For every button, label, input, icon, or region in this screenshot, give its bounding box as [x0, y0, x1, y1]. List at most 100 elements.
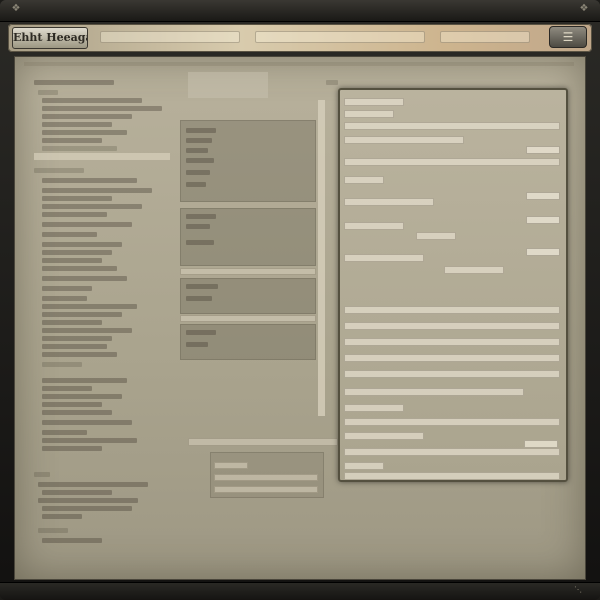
middle-item[interactable] [186, 330, 216, 335]
list-item[interactable] [42, 538, 102, 543]
resize-grip-icon[interactable]: ⋱ [570, 585, 586, 596]
menu-button[interactable]: ☰ [549, 26, 587, 48]
panel-field[interactable] [344, 158, 560, 166]
list-item[interactable] [42, 402, 102, 407]
middle-item[interactable] [186, 224, 210, 229]
list-item[interactable] [326, 80, 338, 85]
panel-field[interactable] [444, 266, 504, 274]
panel-field[interactable] [344, 448, 560, 456]
list-item[interactable] [42, 106, 162, 111]
list-item[interactable] [42, 328, 132, 333]
middle-item[interactable] [186, 284, 218, 289]
list-item[interactable] [42, 296, 87, 301]
list-item[interactable] [42, 394, 122, 399]
middle-item[interactable] [186, 158, 214, 163]
panel-field[interactable] [344, 110, 394, 118]
list-item[interactable] [42, 312, 122, 317]
middle-row[interactable] [180, 268, 316, 275]
list-item[interactable] [42, 232, 97, 237]
middle-item[interactable] [186, 296, 212, 301]
panel-field[interactable] [344, 198, 434, 206]
toolbar-field-3[interactable] [440, 31, 530, 43]
panel-field[interactable] [344, 254, 424, 262]
panel-field[interactable] [344, 404, 404, 412]
list-item[interactable] [38, 482, 148, 487]
middle-field[interactable] [214, 486, 318, 493]
panel-button[interactable] [526, 248, 560, 256]
middle-item[interactable] [186, 182, 206, 187]
panel-field[interactable] [344, 370, 560, 378]
list-item[interactable] [42, 386, 92, 391]
list-item[interactable] [42, 122, 112, 127]
middle-field[interactable] [214, 462, 248, 469]
middle-item[interactable] [186, 342, 208, 347]
panel-field[interactable] [344, 122, 560, 130]
panel-field[interactable] [344, 472, 560, 480]
middle-item[interactable] [186, 138, 212, 143]
list-item[interactable] [42, 430, 87, 435]
list-item[interactable] [42, 188, 152, 193]
list-item[interactable] [42, 196, 112, 201]
toolbar-field-1[interactable] [100, 31, 240, 43]
list-item[interactable] [42, 446, 102, 451]
panel-button[interactable] [526, 192, 560, 200]
list-item[interactable] [42, 320, 102, 325]
panel-button[interactable] [524, 440, 558, 448]
middle-row[interactable] [180, 315, 316, 322]
list-item[interactable] [38, 90, 58, 95]
middle-field[interactable] [188, 438, 338, 446]
list-item[interactable] [42, 266, 117, 271]
panel-button[interactable] [526, 216, 560, 224]
panel-field[interactable] [344, 136, 464, 144]
list-item[interactable] [42, 114, 132, 119]
list-item[interactable] [42, 138, 102, 143]
middle-item[interactable] [186, 148, 208, 153]
list-item-selected[interactable] [34, 153, 170, 160]
list-item[interactable] [38, 528, 68, 533]
app-logo[interactable]: Ehht Heeagan [12, 27, 88, 49]
list-item[interactable] [42, 222, 132, 227]
list-item[interactable] [42, 420, 132, 425]
list-item[interactable] [42, 352, 117, 357]
vertical-scrollbar[interactable] [318, 100, 325, 416]
panel-field[interactable] [344, 432, 424, 440]
middle-item[interactable] [186, 128, 216, 133]
panel-field[interactable] [344, 98, 404, 106]
list-item[interactable] [42, 344, 107, 349]
list-item[interactable] [42, 506, 132, 511]
toolbar-field-2[interactable] [255, 31, 425, 43]
panel-field[interactable] [344, 418, 560, 426]
list-item[interactable] [42, 258, 102, 263]
panel-field[interactable] [344, 354, 560, 362]
list-item[interactable] [38, 498, 138, 503]
list-item[interactable] [42, 130, 127, 135]
list-item[interactable] [42, 410, 112, 415]
panel-field[interactable] [416, 232, 456, 240]
list-item[interactable] [42, 250, 112, 255]
middle-item[interactable] [186, 170, 210, 175]
panel-button[interactable] [526, 146, 560, 154]
list-item[interactable] [42, 304, 137, 309]
list-item[interactable] [42, 514, 82, 519]
panel-field[interactable] [344, 388, 524, 396]
list-item[interactable] [42, 378, 127, 383]
list-item[interactable] [42, 336, 112, 341]
list-item[interactable] [42, 98, 142, 103]
panel-field[interactable] [344, 338, 560, 346]
middle-item[interactable] [186, 214, 216, 219]
list-item[interactable] [42, 242, 122, 247]
list-item[interactable] [42, 204, 142, 209]
list-item[interactable] [42, 438, 137, 443]
panel-field[interactable] [344, 306, 560, 314]
middle-item[interactable] [186, 240, 214, 245]
list-item[interactable] [42, 286, 92, 291]
list-item[interactable] [42, 362, 82, 367]
panel-field[interactable] [344, 222, 404, 230]
panel-field[interactable] [344, 462, 384, 470]
panel-field[interactable] [344, 176, 384, 184]
list-item[interactable] [42, 212, 107, 217]
list-item[interactable] [42, 146, 117, 151]
list-item[interactable] [42, 276, 127, 281]
middle-field[interactable] [214, 474, 318, 481]
list-item[interactable] [42, 178, 137, 183]
